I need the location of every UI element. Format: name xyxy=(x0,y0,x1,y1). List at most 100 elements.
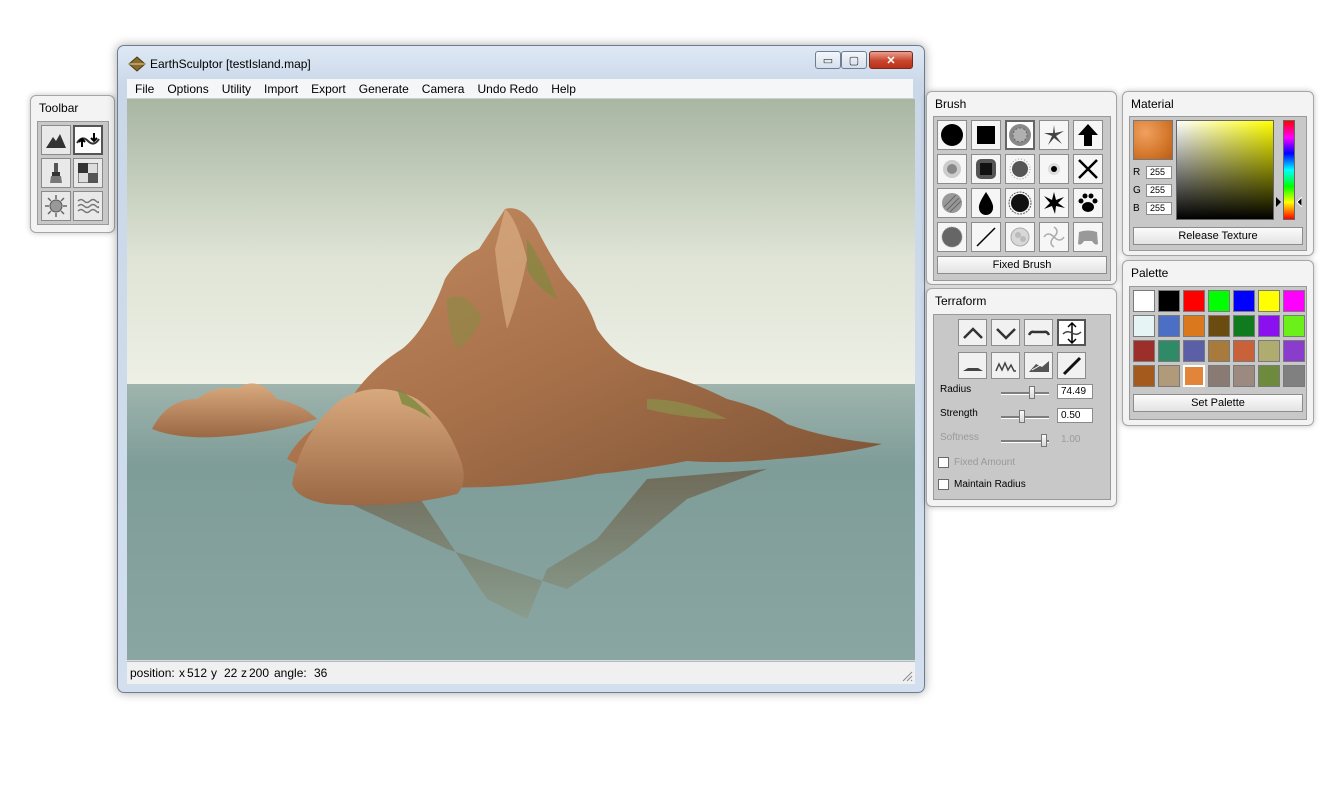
palette-swatch[interactable] xyxy=(1258,340,1280,362)
brush-solid-square[interactable] xyxy=(971,120,1001,150)
palette-swatch[interactable] xyxy=(1133,365,1155,387)
brush-solid-circle[interactable] xyxy=(937,120,967,150)
palette-swatch[interactable] xyxy=(1158,365,1180,387)
palette-swatch[interactable] xyxy=(1283,315,1305,337)
palette-swatch[interactable] xyxy=(1233,290,1255,312)
set-palette-button[interactable]: Set Palette xyxy=(1133,394,1303,412)
brush-dots[interactable] xyxy=(937,154,967,184)
terraform-lower-button[interactable] xyxy=(991,319,1020,346)
terraform-raise-lower-button[interactable] xyxy=(1057,319,1086,346)
brush-rough-circle[interactable] xyxy=(937,222,967,252)
palette-swatch[interactable] xyxy=(1183,315,1205,337)
strength-slider[interactable] xyxy=(1001,416,1049,419)
cloud-icon xyxy=(1010,227,1030,247)
palette-swatch[interactable] xyxy=(1208,340,1230,362)
menu-camera[interactable]: Camera xyxy=(414,82,470,96)
menu-undo-redo[interactable]: Undo Redo xyxy=(469,82,543,96)
terraform-plateau-button[interactable] xyxy=(958,352,987,379)
terraform-erode-button[interactable] xyxy=(1024,352,1053,379)
palette-swatch[interactable] xyxy=(1158,315,1180,337)
brush-spatter[interactable] xyxy=(1005,154,1035,184)
b-value[interactable]: 255 xyxy=(1146,202,1172,215)
palette-swatch[interactable] xyxy=(1183,290,1205,312)
menu-file[interactable]: File xyxy=(127,82,159,96)
palette-swatch[interactable] xyxy=(1258,315,1280,337)
palette-swatch[interactable] xyxy=(1283,290,1305,312)
brush-splat[interactable] xyxy=(1039,120,1069,150)
brush-line[interactable] xyxy=(971,222,1001,252)
brush-soft-square[interactable] xyxy=(971,154,1001,184)
palette-swatch[interactable] xyxy=(1258,365,1280,387)
palette-swatch[interactable] xyxy=(1283,340,1305,362)
palette-swatch[interactable] xyxy=(1183,365,1205,387)
strength-value[interactable]: 0.50 xyxy=(1057,408,1093,423)
palette-swatch[interactable] xyxy=(1158,290,1180,312)
status-bar: position: x 512 y 22 z 200 angle: 36 xyxy=(127,661,915,684)
radius-label: Radius xyxy=(940,384,972,395)
tool-terrain-button[interactable] xyxy=(41,125,71,155)
brush-gamepad[interactable] xyxy=(1073,222,1103,252)
minimize-button[interactable]: ▭ xyxy=(815,51,841,69)
rough-circle-icon xyxy=(941,226,963,248)
terraform-noise-button[interactable] xyxy=(991,352,1020,379)
brush-cloud[interactable] xyxy=(1005,222,1035,252)
menu-import[interactable]: Import xyxy=(256,82,303,96)
waves-icon xyxy=(77,198,99,214)
tool-raise-lower-button[interactable] xyxy=(73,125,103,155)
r-value[interactable]: 255 xyxy=(1146,166,1172,179)
g-value[interactable]: 255 xyxy=(1146,184,1172,197)
brush-small-dot[interactable] xyxy=(1039,154,1069,184)
fixed-amount-checkbox[interactable] xyxy=(938,457,949,468)
palette-swatch[interactable] xyxy=(1233,340,1255,362)
menu-export[interactable]: Export xyxy=(303,82,351,96)
texture-swatch[interactable] xyxy=(1133,120,1173,160)
radius-slider[interactable] xyxy=(1001,392,1049,395)
brush-swirl[interactable] xyxy=(1039,222,1069,252)
palette-swatch[interactable] xyxy=(1258,290,1280,312)
terraform-smooth-button[interactable] xyxy=(1057,352,1086,379)
palette-swatch[interactable] xyxy=(1283,365,1305,387)
palette-swatch[interactable] xyxy=(1233,315,1255,337)
terraform-raise-button[interactable] xyxy=(958,319,987,346)
tool-paint-button[interactable] xyxy=(41,158,71,188)
terrain-viewport[interactable] xyxy=(127,99,915,660)
brush-striped-circle[interactable] xyxy=(937,188,967,218)
palette-swatch[interactable] xyxy=(1183,340,1205,362)
palette-swatch[interactable] xyxy=(1133,290,1155,312)
tool-texture-button[interactable] xyxy=(73,158,103,188)
menu-options[interactable]: Options xyxy=(159,82,213,96)
brush-noise-circle[interactable] xyxy=(1005,120,1035,150)
fixed-brush-button[interactable]: Fixed Brush xyxy=(937,256,1107,274)
brush-paw[interactable] xyxy=(1073,188,1103,218)
brush-blob[interactable] xyxy=(1005,188,1035,218)
hue-marker-icon[interactable] xyxy=(1276,197,1302,207)
y-label: y xyxy=(211,666,217,680)
palette-swatch[interactable] xyxy=(1208,315,1230,337)
brush-x-mark[interactable] xyxy=(1073,154,1103,184)
tool-lighting-button[interactable] xyxy=(41,191,71,221)
strength-slider-thumb[interactable] xyxy=(1018,410,1025,423)
brush-star-burst[interactable] xyxy=(1039,188,1069,218)
palette-swatch[interactable] xyxy=(1233,365,1255,387)
palette-swatch[interactable] xyxy=(1208,365,1230,387)
menu-help[interactable]: Help xyxy=(543,82,581,96)
terraform-flatten-button[interactable] xyxy=(1024,319,1053,346)
resize-grip-icon[interactable] xyxy=(901,670,913,682)
brush-arrow-up[interactable] xyxy=(1073,120,1103,150)
palette-swatch[interactable] xyxy=(1133,340,1155,362)
menu-utility[interactable]: Utility xyxy=(214,82,256,96)
position-label: position: xyxy=(130,666,175,680)
menu-generate[interactable]: Generate xyxy=(351,82,414,96)
radius-slider-thumb[interactable] xyxy=(1028,386,1035,399)
color-gradient-picker[interactable] xyxy=(1176,120,1274,220)
release-texture-button[interactable]: Release Texture xyxy=(1133,227,1303,245)
tool-water-button[interactable] xyxy=(73,191,103,221)
brush-drop[interactable] xyxy=(971,188,1001,218)
maintain-radius-checkbox[interactable] xyxy=(938,479,949,490)
palette-swatch[interactable] xyxy=(1158,340,1180,362)
radius-value[interactable]: 74.49 xyxy=(1057,384,1093,399)
palette-swatch[interactable] xyxy=(1208,290,1230,312)
palette-swatch[interactable] xyxy=(1133,315,1155,337)
maximize-button[interactable]: ▢ xyxy=(841,51,867,69)
close-button[interactable]: ✕ xyxy=(869,51,913,69)
